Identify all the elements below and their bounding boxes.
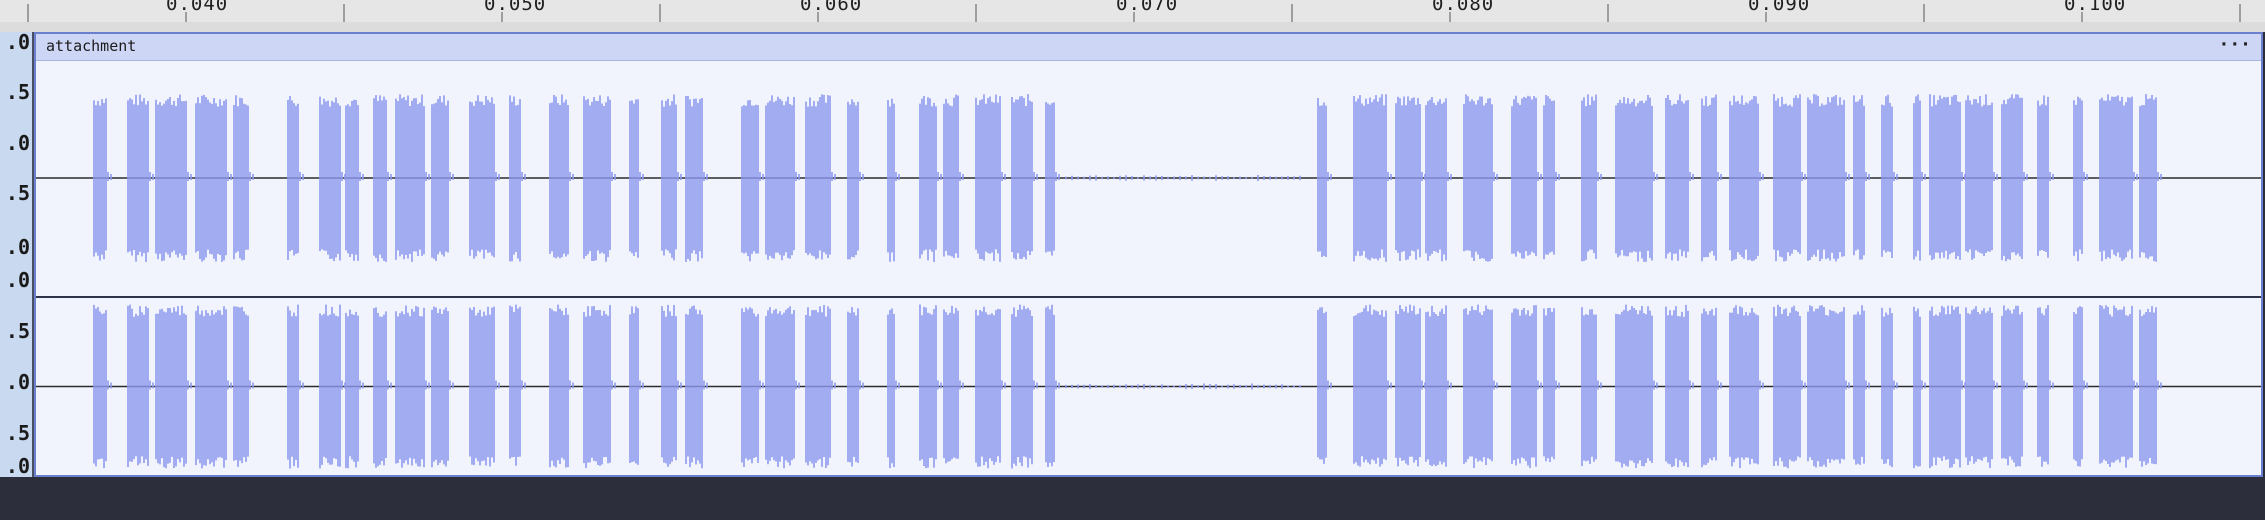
- scale-label: .0: [5, 30, 30, 54]
- scale-label: .5: [5, 181, 30, 205]
- scale-label: .5: [5, 80, 30, 104]
- amplitude-scale[interactable]: .0 .5 .0 .5 .0 .0 .5 .0 .5 .0: [0, 32, 34, 477]
- scale-label: .0: [5, 131, 30, 155]
- scale-label: .0: [5, 454, 30, 478]
- clip-header[interactable]: attachment ···: [36, 34, 2261, 61]
- ruler-label: 0.040: [166, 0, 229, 15]
- ruler-label: 0.090: [1748, 0, 1811, 15]
- scale-label: .0: [5, 268, 30, 292]
- bottom-panel: [0, 477, 2265, 520]
- scale-label: .0: [5, 370, 30, 394]
- scale-label: .0: [5, 235, 30, 259]
- ruler-label: 0.080: [1432, 0, 1495, 15]
- audio-track[interactable]: attachment ···: [34, 32, 2263, 477]
- time-ruler[interactable]: 0.040 0.050 0.060 0.070 0.080 0.090 0.10…: [0, 0, 2265, 23]
- clip-name[interactable]: attachment: [46, 37, 136, 55]
- waveform-right: [36, 304, 2261, 469]
- ruler-label: 0.070: [1116, 0, 1179, 15]
- channel-left-waveform[interactable]: [36, 60, 2261, 298]
- scale-label: .5: [5, 421, 30, 445]
- scale-label: .5: [5, 319, 30, 343]
- ruler-label: 0.100: [2064, 0, 2127, 15]
- ruler-label: 0.060: [800, 0, 863, 15]
- ruler-label: 0.050: [484, 0, 547, 15]
- ellipsis-icon[interactable]: ···: [2218, 34, 2251, 55]
- waveform-left: [36, 94, 2261, 262]
- ruler-gap: [0, 22, 2265, 32]
- channel-right-waveform[interactable]: [36, 298, 2261, 475]
